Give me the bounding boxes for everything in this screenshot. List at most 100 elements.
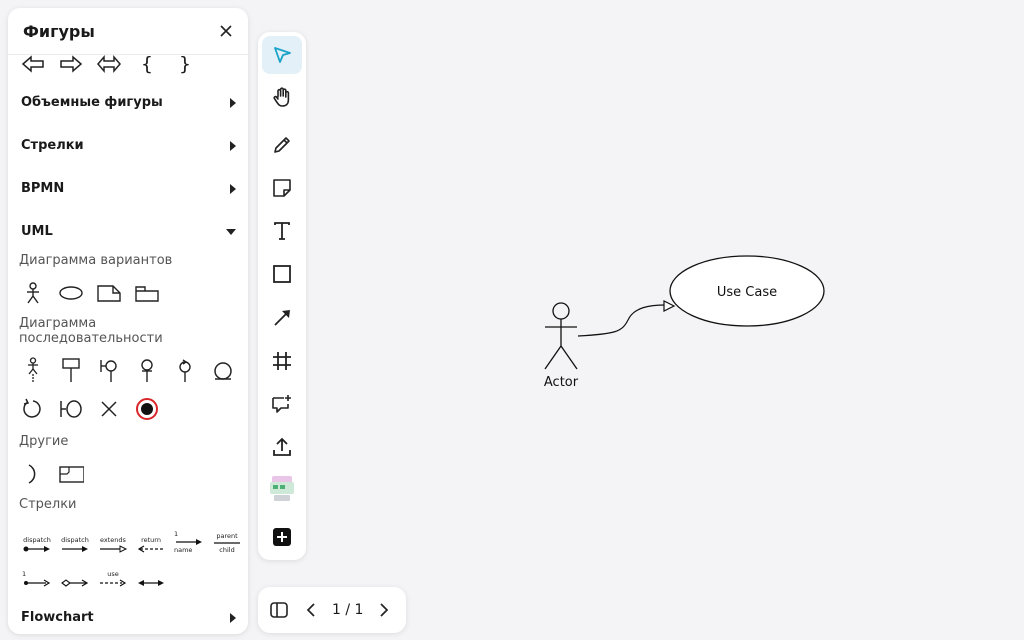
arrow-use[interactable]: use (98, 570, 128, 588)
text-icon (274, 222, 290, 240)
seq-loop[interactable] (210, 357, 236, 383)
toggle-sidebar-button[interactable] (268, 599, 290, 621)
brace-open-shape[interactable]: { (134, 51, 160, 77)
seq-destroy[interactable] (96, 396, 122, 422)
arrow-extends[interactable]: extends (98, 536, 128, 554)
sticky-note-tool[interactable] (262, 169, 302, 207)
cursor-icon (274, 47, 291, 63)
uml-note-shape[interactable] (96, 280, 122, 306)
upload-icon (273, 437, 291, 456)
sticky-note-icon (273, 179, 291, 197)
uml-use-case-shape[interactable] (58, 280, 84, 306)
arrows-heading: Стрелки (19, 497, 77, 512)
bidirectional-arrow-icon (138, 580, 164, 586)
refresh-circle-icon (23, 398, 41, 418)
section-volumetric[interactable]: Объемные фигуры (8, 81, 248, 124)
arrow-dispatch[interactable]: dispatch (22, 536, 52, 554)
uml-actor-shape[interactable] (20, 280, 46, 306)
section-arrows[interactable]: Стрелки (8, 124, 248, 167)
actor-shape[interactable] (544, 302, 578, 370)
chevron-left-icon (306, 603, 315, 617)
frame-tool[interactable] (262, 342, 302, 380)
comment-add-icon (272, 395, 291, 413)
association-connector[interactable] (577, 304, 667, 337)
pen-tool[interactable] (262, 126, 302, 164)
caret-right-icon (230, 612, 236, 623)
select-tool[interactable] (262, 36, 302, 74)
arrow-left-shape[interactable] (20, 51, 46, 77)
upload-tool[interactable] (262, 428, 302, 466)
other-heading: Другие (19, 434, 69, 449)
square-icon (273, 265, 291, 283)
seq-actor-lifeline[interactable] (20, 357, 46, 383)
close-panel-button[interactable] (216, 21, 236, 41)
arrow-right-shape[interactable] (58, 51, 84, 77)
section-uml-label: UML (21, 224, 53, 239)
page-navigation: 1 / 1 (258, 587, 406, 633)
next-page-button[interactable] (373, 599, 395, 621)
arrow-return[interactable]: return (136, 536, 166, 554)
rectangle-tool[interactable] (262, 255, 302, 293)
section-flowchart[interactable]: Flowchart (8, 596, 248, 634)
other-frame-shape[interactable] (58, 461, 84, 487)
panel-header: Фигуры (8, 8, 248, 55)
use-case-label: Use Case (717, 285, 777, 300)
arrow-association[interactable]: 1 name (174, 530, 204, 554)
page-counter: 1 / 1 (332, 602, 364, 618)
section-uml[interactable]: UML (8, 210, 248, 253)
arrow-child-label: child (219, 546, 235, 554)
one-to-arrow-icon (24, 579, 51, 587)
comment-tool[interactable] (262, 385, 302, 423)
hash-frame-icon (273, 352, 291, 370)
arrow-aggregation[interactable] (60, 578, 90, 588)
arrow-bidirectional[interactable] (136, 578, 166, 588)
seq-object-lifeline[interactable] (58, 357, 84, 383)
hand-tool[interactable] (262, 78, 302, 116)
caret-right-icon (230, 183, 236, 194)
arrow-extends-label: extends (100, 536, 126, 544)
extends-arrow-icon (100, 545, 128, 553)
actor-lifeline-icon (28, 357, 38, 382)
seq-control[interactable] (172, 357, 198, 383)
seq-component[interactable] (58, 396, 84, 422)
note-icon (97, 285, 121, 302)
arrow-dispatch-label: dispatch (23, 536, 51, 544)
arrow-diagonal-icon (274, 310, 290, 326)
arrow-right-shape-icon (60, 55, 83, 73)
seq-entity[interactable] (134, 357, 160, 383)
connector-arrowhead (663, 300, 676, 312)
templates-tool[interactable] (262, 470, 302, 508)
arrow-left-shape-icon (21, 55, 44, 73)
connector-tool[interactable] (262, 299, 302, 337)
previous-page-button[interactable] (300, 599, 322, 621)
arrow-parent-label: parent (216, 532, 238, 540)
hand-icon (273, 87, 290, 107)
panel-title: Фигуры (23, 21, 95, 41)
seq-boundary[interactable] (96, 357, 122, 383)
cross-icon (101, 401, 117, 417)
arrow-dispatch-2[interactable]: dispatch (60, 536, 90, 554)
seq-self-message[interactable] (20, 396, 46, 422)
dispatch-arrow-icon (23, 546, 50, 552)
other-arc-shape[interactable] (20, 461, 46, 487)
actor-label: Actor (544, 375, 579, 390)
more-tools-button[interactable] (262, 518, 302, 556)
arc-icon (28, 464, 36, 484)
arrow-association-name: name (174, 546, 193, 554)
arrow-both-shape[interactable] (96, 51, 122, 77)
arrow-both-shape-icon (97, 54, 121, 74)
uml-package-shape[interactable] (134, 280, 160, 306)
arrow-parent-child[interactable]: parent child (212, 532, 242, 554)
pencil-icon (274, 137, 290, 153)
brace-close-shape[interactable]: } (172, 51, 198, 77)
seq-final-state[interactable] (134, 396, 160, 422)
tools-toolbar (258, 32, 306, 560)
object-lifeline-icon (62, 358, 80, 382)
arrow-one-to[interactable]: 1 (22, 570, 52, 588)
shapes-panel: Фигуры { } Объемные фигуры Стрелки BPMN … (8, 8, 248, 634)
text-tool[interactable] (262, 212, 302, 250)
section-volumetric-label: Объемные фигуры (21, 95, 163, 110)
section-bpmn[interactable]: BPMN (8, 167, 248, 210)
arrow-association-one: 1 (174, 530, 179, 538)
caret-down-icon (226, 228, 236, 235)
